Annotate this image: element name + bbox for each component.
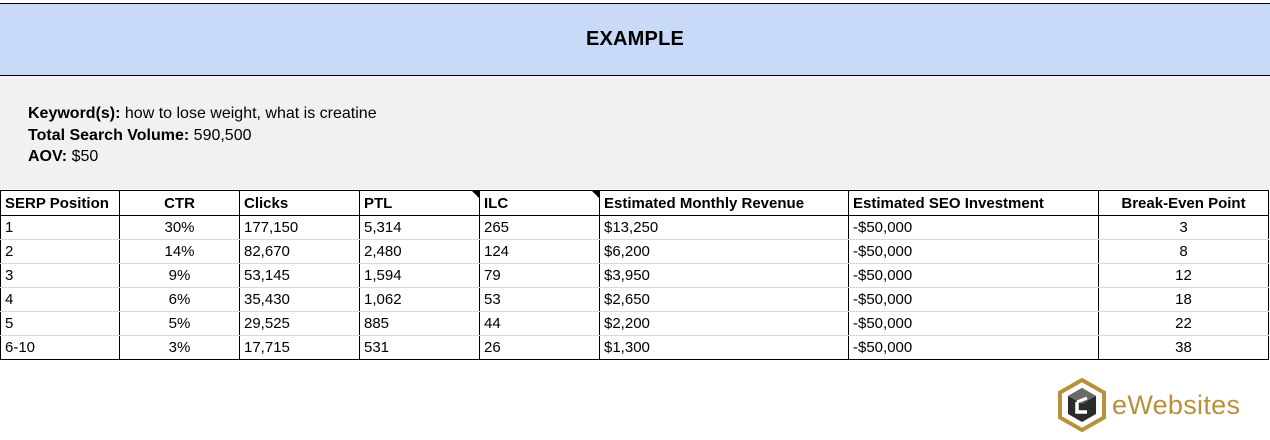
cube-hexagon-logo-icon (1058, 378, 1106, 432)
cell-clicks[interactable]: 35,430 (239, 287, 360, 312)
keywords-label: Keyword(s): (28, 105, 121, 122)
cell-ilc[interactable]: 124 (479, 239, 600, 264)
page-title: EXAMPLE (585, 28, 685, 50)
cell-seo-investment[interactable]: -$50,000 (848, 239, 1099, 264)
cell-break-even[interactable]: 3 (1098, 215, 1269, 240)
header-ptl[interactable]: PTL (359, 190, 480, 216)
cell-clicks[interactable]: 29,525 (239, 311, 360, 336)
header-serp-position[interactable]: SERP Position (0, 190, 120, 216)
cell-monthly-revenue[interactable]: $2,650 (599, 287, 849, 312)
cell-ctr[interactable]: 14% (119, 239, 240, 264)
aov-value: $50 (67, 148, 99, 165)
cell-serp-position[interactable]: 4 (0, 287, 120, 312)
table-row: 5 5% 29,525 885 44 $2,200 -$50,000 22 (0, 311, 1269, 336)
cell-break-even[interactable]: 12 (1098, 263, 1269, 288)
info-panel: Keyword(s): how to lose weight, what is … (0, 76, 1270, 189)
cell-ilc[interactable]: 79 (479, 263, 600, 288)
logo-text: eWebsites (1112, 389, 1241, 420)
cell-break-even[interactable]: 8 (1098, 239, 1269, 264)
header-ctr[interactable]: CTR (119, 190, 240, 216)
header-estimated-seo-investment[interactable]: Estimated SEO Investment (848, 190, 1099, 216)
header-estimated-monthly-revenue[interactable]: Estimated Monthly Revenue (599, 190, 849, 216)
cell-serp-position[interactable]: 6-10 (0, 335, 120, 360)
keywords-row: Keyword(s): how to lose weight, what is … (28, 103, 1270, 125)
cell-serp-position[interactable]: 5 (0, 311, 120, 336)
table-row: 2 14% 82,670 2,480 124 $6,200 -$50,000 8 (0, 239, 1269, 264)
cell-ptl[interactable]: 885 (359, 311, 480, 336)
keywords-value: how to lose weight, what is creatine (120, 105, 377, 122)
header-banner: EXAMPLE (0, 3, 1270, 76)
header-break-even-point[interactable]: Break-Even Point (1098, 190, 1269, 216)
cell-seo-investment[interactable]: -$50,000 (848, 263, 1099, 288)
cell-monthly-revenue[interactable]: $3,950 (599, 263, 849, 288)
cell-ilc[interactable]: 265 (479, 215, 600, 240)
cell-serp-position[interactable]: 1 (0, 215, 120, 240)
search-volume-label: Total Search Volume: (28, 126, 190, 144)
header-clicks[interactable]: Clicks (239, 190, 360, 216)
cell-clicks[interactable]: 177,150 (239, 215, 360, 240)
cell-ctr[interactable]: 3% (119, 335, 240, 360)
cell-monthly-revenue[interactable]: $13,250 (599, 215, 849, 240)
cell-monthly-revenue[interactable]: $2,200 (599, 311, 849, 336)
cell-seo-investment[interactable]: -$50,000 (848, 215, 1099, 240)
table-row: 4 6% 35,430 1,062 53 $2,650 -$50,000 18 (0, 287, 1269, 312)
cell-ctr[interactable]: 9% (119, 263, 240, 288)
serp-revenue-table: SERP Position CTR Clicks PTL ILC Estimat… (0, 190, 1269, 360)
cell-monthly-revenue[interactable]: $1,300 (599, 335, 849, 360)
cell-ptl[interactable]: 2,480 (359, 239, 480, 264)
cell-break-even[interactable]: 22 (1098, 311, 1269, 336)
cell-ilc[interactable]: 53 (479, 287, 600, 312)
cell-ctr[interactable]: 6% (119, 287, 240, 312)
cell-seo-investment[interactable]: -$50,000 (848, 287, 1099, 312)
cell-ptl[interactable]: 1,594 (359, 263, 480, 288)
header-ilc[interactable]: ILC (479, 190, 600, 216)
ewebsites-logo: eWebsites (1057, 378, 1240, 432)
cell-ptl[interactable]: 531 (359, 335, 480, 360)
cell-break-even[interactable]: 18 (1098, 287, 1269, 312)
aov-label: AOV: (28, 148, 68, 165)
table-row: 6-10 3% 17,715 531 26 $1,300 -$50,000 38 (0, 335, 1269, 360)
cell-clicks[interactable]: 53,145 (239, 263, 360, 288)
cell-monthly-revenue[interactable]: $6,200 (599, 239, 849, 264)
cell-serp-position[interactable]: 3 (0, 263, 120, 288)
table-header-row: SERP Position CTR Clicks PTL ILC Estimat… (0, 190, 1269, 216)
search-volume-row: Total Search Volume: 590,500 (28, 125, 1270, 147)
cell-ilc[interactable]: 26 (479, 335, 600, 360)
cell-break-even[interactable]: 38 (1098, 335, 1269, 360)
cell-seo-investment[interactable]: -$50,000 (848, 335, 1099, 360)
table-row: 1 30% 177,150 5,314 265 $13,250 -$50,000… (0, 215, 1269, 240)
cell-clicks[interactable]: 17,715 (239, 335, 360, 360)
cell-serp-position[interactable]: 2 (0, 239, 120, 264)
page: EXAMPLE Keyword(s): how to lose weight, … (0, 0, 1270, 440)
cell-ilc[interactable]: 44 (479, 311, 600, 336)
table-row: 3 9% 53,145 1,594 79 $3,950 -$50,000 12 (0, 263, 1269, 288)
cell-ptl[interactable]: 1,062 (359, 287, 480, 312)
cell-seo-investment[interactable]: -$50,000 (848, 311, 1099, 336)
cell-ctr[interactable]: 30% (119, 215, 240, 240)
cell-clicks[interactable]: 82,670 (239, 239, 360, 264)
search-volume-value: 590,500 (189, 126, 252, 144)
cell-ptl[interactable]: 5,314 (359, 215, 480, 240)
aov-row: AOV: $50 (28, 146, 1270, 168)
cell-ctr[interactable]: 5% (119, 311, 240, 336)
